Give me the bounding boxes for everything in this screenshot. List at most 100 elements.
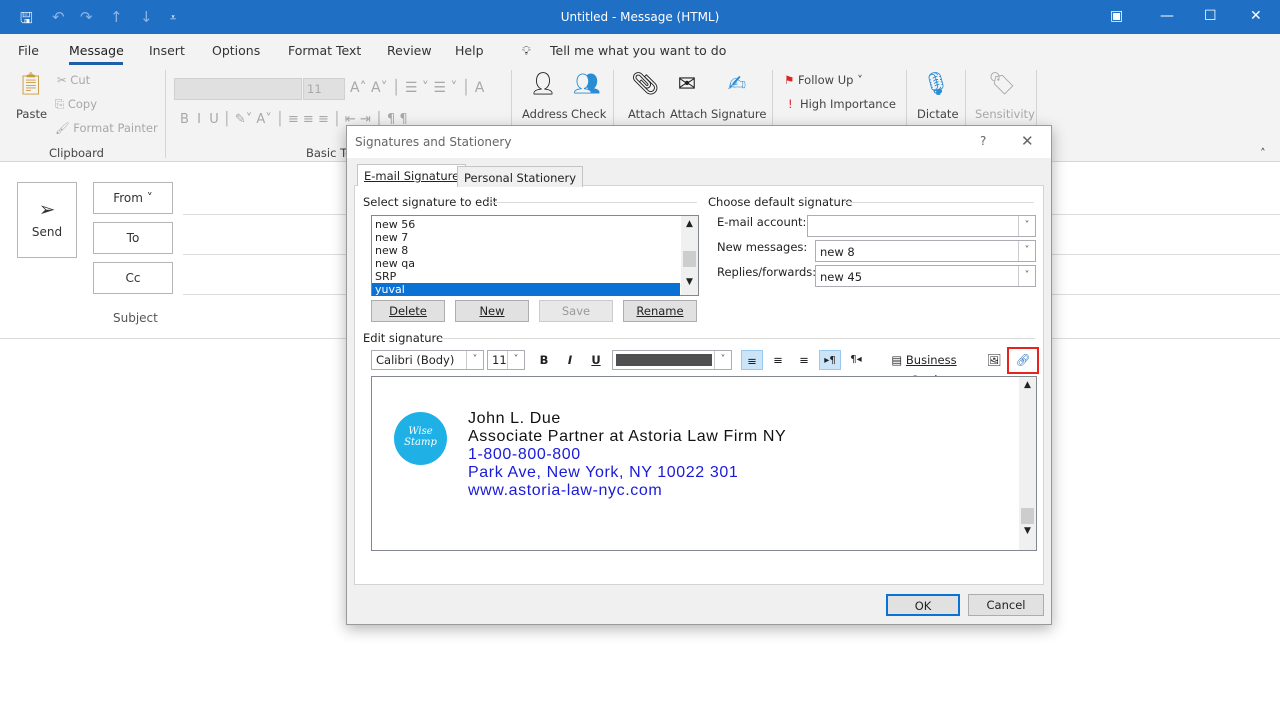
maximize-icon[interactable]: ☐ [1204, 8, 1217, 24]
bold-button[interactable]: B [535, 350, 553, 370]
font-select[interactable]: Calibri (Body) ˅ [371, 350, 484, 370]
signature-button[interactable]: Signature [711, 107, 766, 121]
align-left-button[interactable]: ≡ [741, 350, 763, 370]
check-names-icon[interactable]: 👥︎ [572, 72, 602, 97]
ok-button[interactable]: OK [886, 594, 960, 616]
sig-address: Park Ave, New York, NY 10022 301 [468, 464, 739, 481]
close-icon[interactable]: ✕ [1250, 8, 1262, 24]
insert-picture-icon[interactable]: 🖼︎ [983, 350, 1005, 370]
signature-list[interactable]: new 56 new 7 new 8 new qa SRP yuval ▲ ▼ [371, 215, 699, 296]
cc-button[interactable]: Cc [93, 262, 173, 294]
attach-file-button[interactable]: Attach [628, 107, 665, 121]
tab-help[interactable]: Help [455, 43, 484, 58]
scroll-thumb[interactable] [1021, 508, 1034, 524]
email-account-select[interactable]: ˅ [807, 215, 1036, 237]
microphone-icon[interactable]: 🎙︎ [921, 72, 951, 97]
editor-scrollbar[interactable]: ▲ ▼ [1019, 377, 1036, 550]
tab-insert[interactable]: Insert [149, 43, 185, 58]
tab-message[interactable]: Message [69, 43, 124, 58]
follow-up-label: Follow Up [797, 73, 854, 87]
follow-up-button[interactable]: ⚑ Follow Up ˅ [784, 73, 863, 87]
sig-website[interactable]: www.astoria-law-nyc.com [468, 482, 662, 500]
check-names-button[interactable]: Check [571, 107, 606, 121]
signature-icon[interactable]: ✍︎ [722, 72, 752, 97]
scroll-thumb[interactable] [683, 251, 696, 267]
send-button[interactable]: ➢ Send [17, 182, 77, 258]
list-item[interactable]: new 56 [372, 218, 698, 231]
sensitivity-icon[interactable]: 🏷︎ [987, 72, 1017, 97]
list-scrollbar[interactable]: ▲ ▼ [681, 216, 698, 295]
divider [844, 202, 1034, 203]
new-messages-select[interactable]: new 8 ˅ [815, 240, 1036, 262]
ltr-button[interactable]: ▸¶ [819, 350, 841, 370]
font-value: Calibri (Body) [376, 353, 455, 367]
signature-editor[interactable]: Wise Stamp John L. Due Associate Partner … [371, 376, 1037, 551]
size-value: 11 [492, 353, 507, 367]
dialog-title-bar: Signatures and Stationery ? ✕ [347, 126, 1051, 158]
sig-title: Associate Partner at Astoria Law Firm NY [468, 428, 787, 445]
tab-file[interactable]: File [18, 43, 39, 58]
new-button[interactable]: New [455, 300, 529, 322]
align-center-button[interactable]: ≡ [767, 350, 789, 370]
address-book-icon[interactable]: 👤︎ [528, 72, 558, 97]
collapse-ribbon-icon[interactable]: ˄ [1260, 146, 1266, 160]
list-item[interactable]: new 8 [372, 244, 698, 257]
tell-me-search[interactable]: Tell me what you want to do [550, 43, 726, 58]
size-select[interactable]: 11 ˅ [487, 350, 525, 370]
send-label: Send [31, 225, 63, 239]
dialog-close-icon[interactable]: ✕ [1021, 132, 1034, 150]
high-importance-label: High Importance [799, 97, 896, 111]
rename-button[interactable]: Rename [623, 300, 697, 322]
paste-icon[interactable]: 📋︎ [16, 72, 46, 97]
minimize-icon[interactable]: — [1160, 8, 1174, 24]
cut-label: Cut [70, 73, 91, 87]
attach-item-icon[interactable]: ✉︎ [672, 72, 702, 97]
delete-button[interactable]: Delete [371, 300, 445, 322]
dictate-button[interactable]: Dictate [917, 107, 959, 121]
paperclip-icon[interactable]: 📎︎ [630, 72, 660, 97]
replies-forwards-select[interactable]: new 45 ˅ [815, 265, 1036, 287]
address-book-button[interactable]: Address [522, 107, 568, 121]
list-item[interactable]: new 7 [372, 231, 698, 244]
chevron-down-icon: ˅ [507, 351, 524, 369]
format-painter-button[interactable]: 🖌︎ Format Painter [55, 121, 158, 135]
window-title: Untitled - Message (HTML) [560, 10, 720, 24]
tab-options[interactable]: Options [212, 43, 260, 58]
font-size-select[interactable]: 11 [303, 78, 345, 100]
cancel-button[interactable]: Cancel [968, 594, 1044, 616]
copy-button[interactable]: ⎘ Copy [55, 97, 97, 112]
tab-personal-stationery[interactable]: Personal Stationery [457, 166, 584, 187]
font-name-select[interactable] [174, 78, 302, 100]
underline-button[interactable]: U [587, 350, 605, 370]
sensitivity-button[interactable]: Sensitivity [975, 107, 1035, 121]
list-item-selected[interactable]: yuval [372, 283, 680, 296]
flag-icon: ⚑ [784, 73, 795, 87]
business-card-button[interactable]: ▤ Business Card [877, 350, 971, 387]
tab-review[interactable]: Review [387, 43, 432, 58]
active-tab-indicator [69, 62, 123, 65]
help-button[interactable]: ? [980, 134, 986, 148]
tab-format-text[interactable]: Format Text [288, 43, 361, 58]
replies-forwards-label: Replies/forwards: [717, 265, 817, 279]
hyperlink-button[interactable]: 🔗︎ [1007, 347, 1039, 374]
divider [165, 70, 166, 158]
align-right-button[interactable]: ≡ [793, 350, 815, 370]
to-button[interactable]: To [93, 222, 173, 254]
font-size-controls-icon[interactable]: A˄ A˅ │ ☰ ˅ ☰ ˅ │ A [350, 80, 484, 96]
sig-name: John L. Due [468, 410, 561, 427]
from-button[interactable]: From ˅ [93, 182, 173, 214]
high-importance-button[interactable]: ! High Importance [788, 97, 896, 111]
font-color-select[interactable]: ˅ [612, 350, 732, 370]
cut-button[interactable]: ✂ Cut [57, 73, 90, 87]
paste-button[interactable]: Paste [16, 107, 47, 121]
italic-button[interactable]: I [561, 350, 579, 370]
list-item[interactable]: new qa [372, 257, 698, 270]
edit-signature-label: Edit signature [363, 331, 444, 345]
list-item[interactable]: SRP [372, 270, 698, 283]
rtl-button[interactable]: ¶◂ [845, 350, 867, 370]
tab-email-signature[interactable]: E-mail Signature [357, 164, 467, 186]
ribbon-display-icon[interactable]: ▣ [1110, 8, 1123, 24]
attach-item-button[interactable]: Attach [670, 107, 707, 121]
chevron-down-icon: ˅ [466, 351, 483, 369]
save-button[interactable]: Save [539, 300, 613, 322]
